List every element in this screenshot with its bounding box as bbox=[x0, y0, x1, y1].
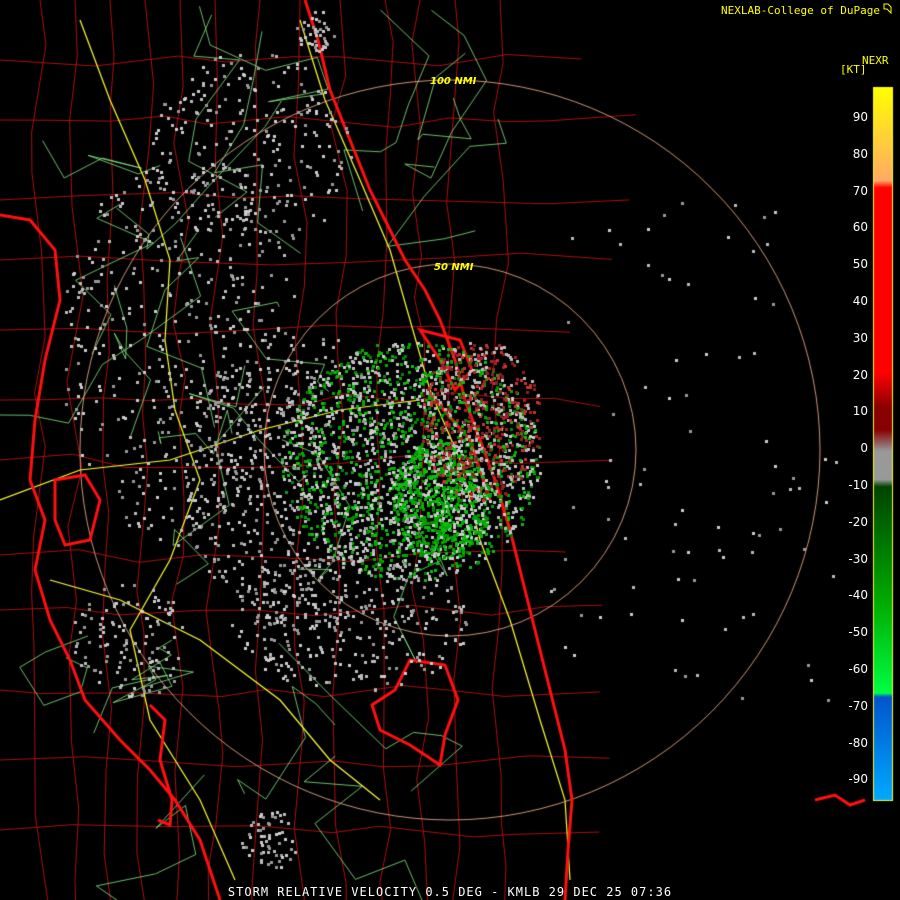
legend-tick-label: -90 bbox=[848, 772, 868, 787]
legend-tick-label: 30 bbox=[852, 330, 868, 345]
legend-tick-label: -60 bbox=[848, 662, 868, 676]
credit-label: NEXLAB-College of DuPage bbox=[721, 3, 892, 17]
cod-logo-icon bbox=[883, 3, 892, 17]
credit-text: NEXLAB-College of DuPage bbox=[721, 4, 880, 17]
legend-tick-label: -40 bbox=[848, 588, 868, 603]
radar-map-canvas bbox=[0, 0, 900, 900]
legend-tick-label: 10 bbox=[852, 404, 868, 419]
product-label: STORM RELATIVE VELOCITY 0.5 DEG - KMLB 2… bbox=[227, 885, 673, 899]
legend-tick-label: 50 bbox=[852, 257, 868, 272]
legend-tick-label: 90 bbox=[852, 110, 868, 124]
legend-unit: [KT] bbox=[840, 63, 867, 76]
legend-tick-label: 60 bbox=[852, 220, 868, 235]
legend-tick-label: -20 bbox=[848, 514, 868, 529]
ring-label-50: 50 NMI bbox=[434, 262, 474, 273]
legend-tick-label: 0 bbox=[860, 441, 868, 456]
legend-tick-label: 40 bbox=[852, 294, 868, 308]
legend-tick-label: -50 bbox=[848, 625, 868, 640]
legend-tick-label: 20 bbox=[852, 367, 868, 382]
legend-tick-label: 70 bbox=[852, 183, 868, 198]
legend-tick-label: 80 bbox=[852, 146, 868, 161]
ring-label-100: 100 NMI bbox=[430, 76, 477, 87]
legend-tick-label: -30 bbox=[848, 551, 868, 566]
legend-tick-label: -70 bbox=[848, 698, 868, 713]
legend-tick-label: -10 bbox=[848, 478, 868, 492]
legend-tick-label: -80 bbox=[848, 735, 868, 750]
